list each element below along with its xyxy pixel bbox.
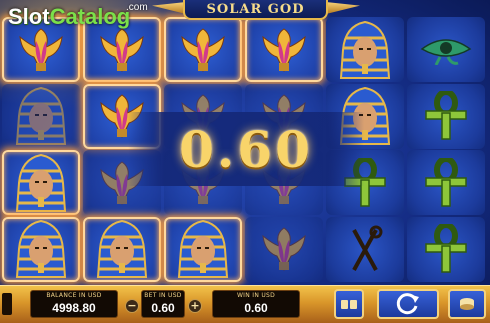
watermark-slot: Slot	[8, 4, 50, 29]
lotus-symbol-icon	[257, 226, 311, 272]
reel-1-row-2-cell	[2, 83, 80, 149]
bet-panel: BET IN USD 0.60	[141, 290, 185, 318]
ankh-symbol-icon	[422, 91, 470, 141]
pharaoh-symbol-icon	[173, 219, 233, 279]
lotus-symbol-icon	[14, 27, 68, 73]
eye-of-horus-symbol-icon	[418, 35, 474, 65]
lotus-symbol-icon	[176, 27, 230, 73]
win-value: 0.60	[244, 301, 268, 315]
reel-5-row-1-cell	[326, 17, 404, 82]
win-panel: WIN IN USD 0.60	[212, 290, 300, 318]
spin-arrow-icon	[396, 293, 419, 315]
reel-6-row-4-cell	[407, 216, 485, 282]
menu-tab[interactable]	[2, 293, 12, 315]
lotus-symbol-icon	[95, 27, 149, 73]
reel-6-row-2-cell	[407, 83, 485, 149]
balance-value: 4998.80	[52, 301, 96, 315]
balance-panel: BALANCE IN USD 4998.80	[30, 290, 118, 318]
bet-label: BET IN USD	[144, 292, 182, 299]
reel-4-row-4-cell	[245, 216, 323, 282]
game-title: SOLAR GOD	[206, 1, 305, 17]
win-banner: 0.60	[128, 112, 364, 186]
pharaoh-symbol-icon	[335, 20, 395, 80]
reel-4-row-1-cell	[245, 17, 323, 82]
decrease-bet-button[interactable]: −	[125, 299, 139, 313]
reel-6-row-3-cell	[407, 150, 485, 215]
game-title-plate: SOLAR GOD	[183, 0, 328, 20]
increase-bet-button[interactable]: +	[188, 299, 202, 313]
crook-and-flail-symbol-icon	[340, 224, 390, 274]
lotus-symbol-icon	[257, 27, 311, 73]
reel-1-row-4-cell	[2, 216, 80, 282]
balance-label: BALANCE IN USD	[46, 292, 102, 299]
watermark-com: .com	[126, 2, 148, 13]
reel-3-row-4-cell	[164, 216, 242, 282]
autoplay-button[interactable]	[334, 289, 364, 319]
reel-3-row-1-cell	[164, 17, 242, 82]
autoplay-icon	[341, 300, 357, 309]
pharaoh-symbol-icon	[11, 153, 71, 213]
pharaoh-symbol-icon	[11, 219, 71, 279]
ankh-symbol-icon	[422, 224, 470, 274]
coin-stack-icon	[460, 298, 474, 310]
spin-button[interactable]	[377, 289, 439, 319]
pharaoh-symbol-icon	[11, 86, 71, 146]
pharaoh-symbol-icon	[92, 219, 152, 279]
game-stage: Slot Catalog .com SOLAR GOD 0.60	[0, 0, 490, 288]
watermark-catalog: Catalog	[49, 4, 131, 29]
reel-1-row-3-cell	[2, 150, 80, 215]
win-amount: 0.60	[179, 119, 313, 179]
reel-2-row-4-cell	[83, 216, 161, 282]
right-wing-ornament	[326, 2, 360, 14]
win-label: WIN IN USD	[236, 292, 276, 299]
reel-5-row-4-cell	[326, 216, 404, 282]
watermark-logo: Slot Catalog .com	[8, 2, 148, 30]
control-bar: BALANCE IN USD 4998.80 − BET IN USD 0.60…	[0, 285, 490, 323]
ankh-symbol-icon	[422, 157, 470, 208]
bet-value: 0.60	[151, 301, 175, 315]
reel-6-row-1-cell	[407, 17, 485, 82]
coins-button[interactable]	[448, 289, 486, 319]
